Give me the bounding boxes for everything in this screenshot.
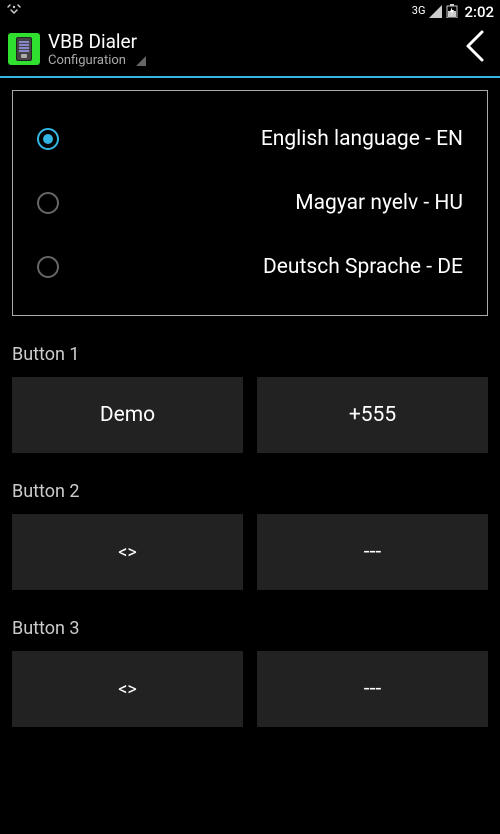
- button3-name-cell[interactable]: <>: [12, 651, 243, 727]
- status-clock: 2:02: [464, 3, 494, 21]
- button1-value-cell[interactable]: +555: [257, 377, 488, 453]
- status-bar: 3G 2:02: [0, 0, 500, 24]
- radio-label: Magyar nyelv - HU: [59, 191, 463, 215]
- button3-row: <> ---: [12, 651, 488, 727]
- signal-icon: [429, 4, 442, 21]
- language-selection-box: English language - EN Magyar nyelv - HU …: [12, 90, 488, 316]
- button1-row: Demo +555: [12, 377, 488, 453]
- button1-section-label: Button 1: [12, 344, 488, 365]
- radio-label: English language - EN: [59, 127, 463, 151]
- app-title: VBB Dialer: [48, 30, 448, 53]
- button1-name-cell[interactable]: Demo: [12, 377, 243, 453]
- radio-label: Deutsch Sprache - DE: [59, 255, 463, 279]
- button2-row: <> ---: [12, 514, 488, 590]
- content-area: English language - EN Magyar nyelv - HU …: [0, 78, 500, 739]
- app-header: VBB Dialer Configuration: [0, 24, 500, 78]
- button3-section-label: Button 3: [12, 618, 488, 639]
- button2-name-cell[interactable]: <>: [12, 514, 243, 590]
- app-subtitle: Configuration: [48, 53, 448, 68]
- header-text-block[interactable]: VBB Dialer Configuration: [48, 30, 448, 68]
- language-option-hu[interactable]: Magyar nyelv - HU: [37, 171, 463, 235]
- button3-value-cell[interactable]: ---: [257, 651, 488, 727]
- network-type-label: 3G: [412, 4, 426, 17]
- button2-value-cell[interactable]: ---: [257, 514, 488, 590]
- dropdown-indicator-icon: [136, 56, 146, 66]
- language-option-de[interactable]: Deutsch Sprache - DE: [37, 235, 463, 287]
- radio-icon: [37, 128, 59, 150]
- subtitle-label: Configuration: [48, 53, 126, 68]
- button2-section-label: Button 2: [12, 481, 488, 502]
- back-button[interactable]: [456, 28, 492, 70]
- battery-icon: [446, 3, 458, 21]
- radio-icon: [37, 192, 59, 214]
- language-option-en[interactable]: English language - EN: [37, 119, 463, 171]
- radio-icon: [37, 256, 59, 278]
- app-icon: [8, 33, 40, 65]
- status-left-icon: [6, 2, 22, 22]
